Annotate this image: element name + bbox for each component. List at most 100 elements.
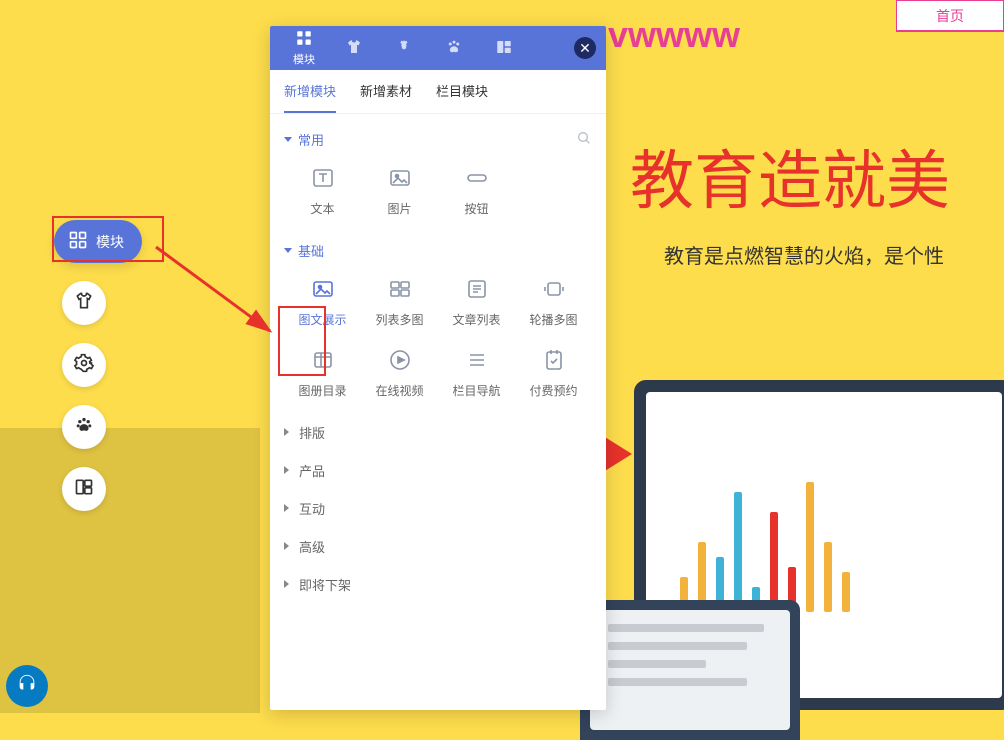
module-item-label: 列表多图 [375,311,423,328]
layout-icon [495,38,513,59]
module-item-label: 图片 [387,200,411,217]
module-item-label: 在线视频 [375,382,423,399]
text-line [608,642,747,650]
head-tab-module[interactable]: 模块 [280,26,328,70]
panel-close-button[interactable]: ✕ [574,37,596,59]
module-item-label: 文本 [310,200,334,217]
button-icon [460,164,494,192]
paw-icon [445,38,463,59]
side-extras-button[interactable] [62,405,106,449]
section-title: 互动 [299,499,325,518]
section-title: 即将下架 [299,575,351,594]
section-title: 基础 [298,241,324,260]
tshirt-icon [74,291,94,316]
gear-icon [74,353,94,378]
side-toolbar: 模块 [54,220,142,511]
illustration-bar-chart [680,452,850,612]
chevron-right-icon [284,428,293,436]
grid-icon [295,29,313,50]
bar [770,512,778,612]
chevron-right-icon [284,542,293,550]
illustration-laptop [580,600,800,740]
search-icon[interactable] [576,130,592,149]
hero-subtitle: 教育是点燃智慧的火焰，是个性 [664,240,944,269]
side-settings-button[interactable] [62,343,106,387]
chevron-down-icon [284,137,292,142]
gear-icon [395,38,413,59]
text-line [608,660,706,668]
text-line [608,678,747,686]
module-item-label: 图文展示 [298,311,346,328]
tab-new-module[interactable]: 新增模块 [284,70,336,113]
booking-icon [537,346,571,374]
side-style-button[interactable] [62,281,106,325]
bar [842,572,850,612]
module-item-album[interactable]: 图册目录 [284,346,361,399]
imgtext-icon [306,275,340,303]
bar [734,492,742,612]
module-item-booking[interactable]: 付费预约 [515,346,592,399]
album-icon [306,346,340,374]
section-title: 常用 [298,130,324,149]
help-bubble-button[interactable] [6,665,48,707]
colnav-icon [460,346,494,374]
section-deprecating-header[interactable]: 即将下架 [284,565,592,603]
text-line [608,624,764,632]
module-item-label: 付费预约 [529,382,577,399]
head-tab-extras[interactable] [430,26,478,70]
tab-new-material[interactable]: 新增素材 [360,70,412,113]
video-icon [383,346,417,374]
module-item-article[interactable]: 文章列表 [438,275,515,328]
image-icon [383,164,417,192]
module-item-colnav[interactable]: 栏目导航 [438,346,515,399]
head-tab-label: 模块 [293,51,315,67]
headset-icon [16,673,38,700]
nav-home-link[interactable]: 首页 [896,0,1004,32]
chevron-right-icon [284,580,293,588]
text-icon [306,164,340,192]
carousel-icon [537,275,571,303]
hero-title: 教育造就美 [630,130,950,222]
module-item-text[interactable]: 文本 [284,164,361,217]
section-title: 产品 [299,461,325,480]
bar [806,482,814,612]
common-grid: 文本 图片 按钮 [284,158,592,231]
panel-tabs: 新增模块 新增素材 栏目模块 [270,70,606,114]
panel-body: 常用 文本 图片 按钮 基础 图文展示 列表多图 文章列表 轮播多图图册目录 在线视频 栏目导… [270,114,606,710]
side-pill-label: 模块 [96,232,124,252]
module-item-button[interactable]: 按钮 [438,164,515,217]
module-item-video[interactable]: 在线视频 [361,346,438,399]
module-item-label: 文章列表 [452,311,500,328]
chevron-right-icon [284,504,293,512]
side-module-pill[interactable]: 模块 [54,220,142,263]
module-item-image[interactable]: 图片 [361,164,438,217]
chevron-down-icon [284,248,292,253]
close-icon: ✕ [579,40,591,57]
section-advanced-header[interactable]: 高级 [284,527,592,565]
section-common-header[interactable]: 常用 [284,120,592,158]
section-interact-header[interactable]: 互动 [284,489,592,527]
head-tab-style[interactable] [330,26,378,70]
section-title: 排版 [299,423,325,442]
tab-column-module[interactable]: 栏目模块 [436,70,488,113]
module-item-listimg[interactable]: 列表多图 [361,275,438,328]
module-item-imgtext[interactable]: 图文展示 [284,275,361,328]
section-basic-header[interactable]: 基础 [284,231,592,269]
section-title: 高级 [299,537,325,556]
module-item-label: 轮播多图 [529,311,577,328]
section-layout-header[interactable]: 排版 [284,413,592,451]
module-item-label: 按钮 [464,200,488,217]
module-item-label: 栏目导航 [452,382,500,399]
module-item-carousel[interactable]: 轮播多图 [515,275,592,328]
head-tab-layout[interactable] [480,26,528,70]
panel-header: 模块 ✕ [270,26,606,70]
hero-wwww-text: vwwww [608,14,740,56]
head-tab-settings[interactable] [380,26,428,70]
module-item-label: 图册目录 [298,382,346,399]
grid-icon [68,230,88,253]
layout-icon [74,477,94,502]
side-layout-button[interactable] [62,467,106,511]
section-product-header[interactable]: 产品 [284,451,592,489]
tshirt-icon [345,38,363,59]
basic-grid: 图文展示 列表多图 文章列表 轮播多图图册目录 在线视频 栏目导航 付费预约 [284,269,592,413]
